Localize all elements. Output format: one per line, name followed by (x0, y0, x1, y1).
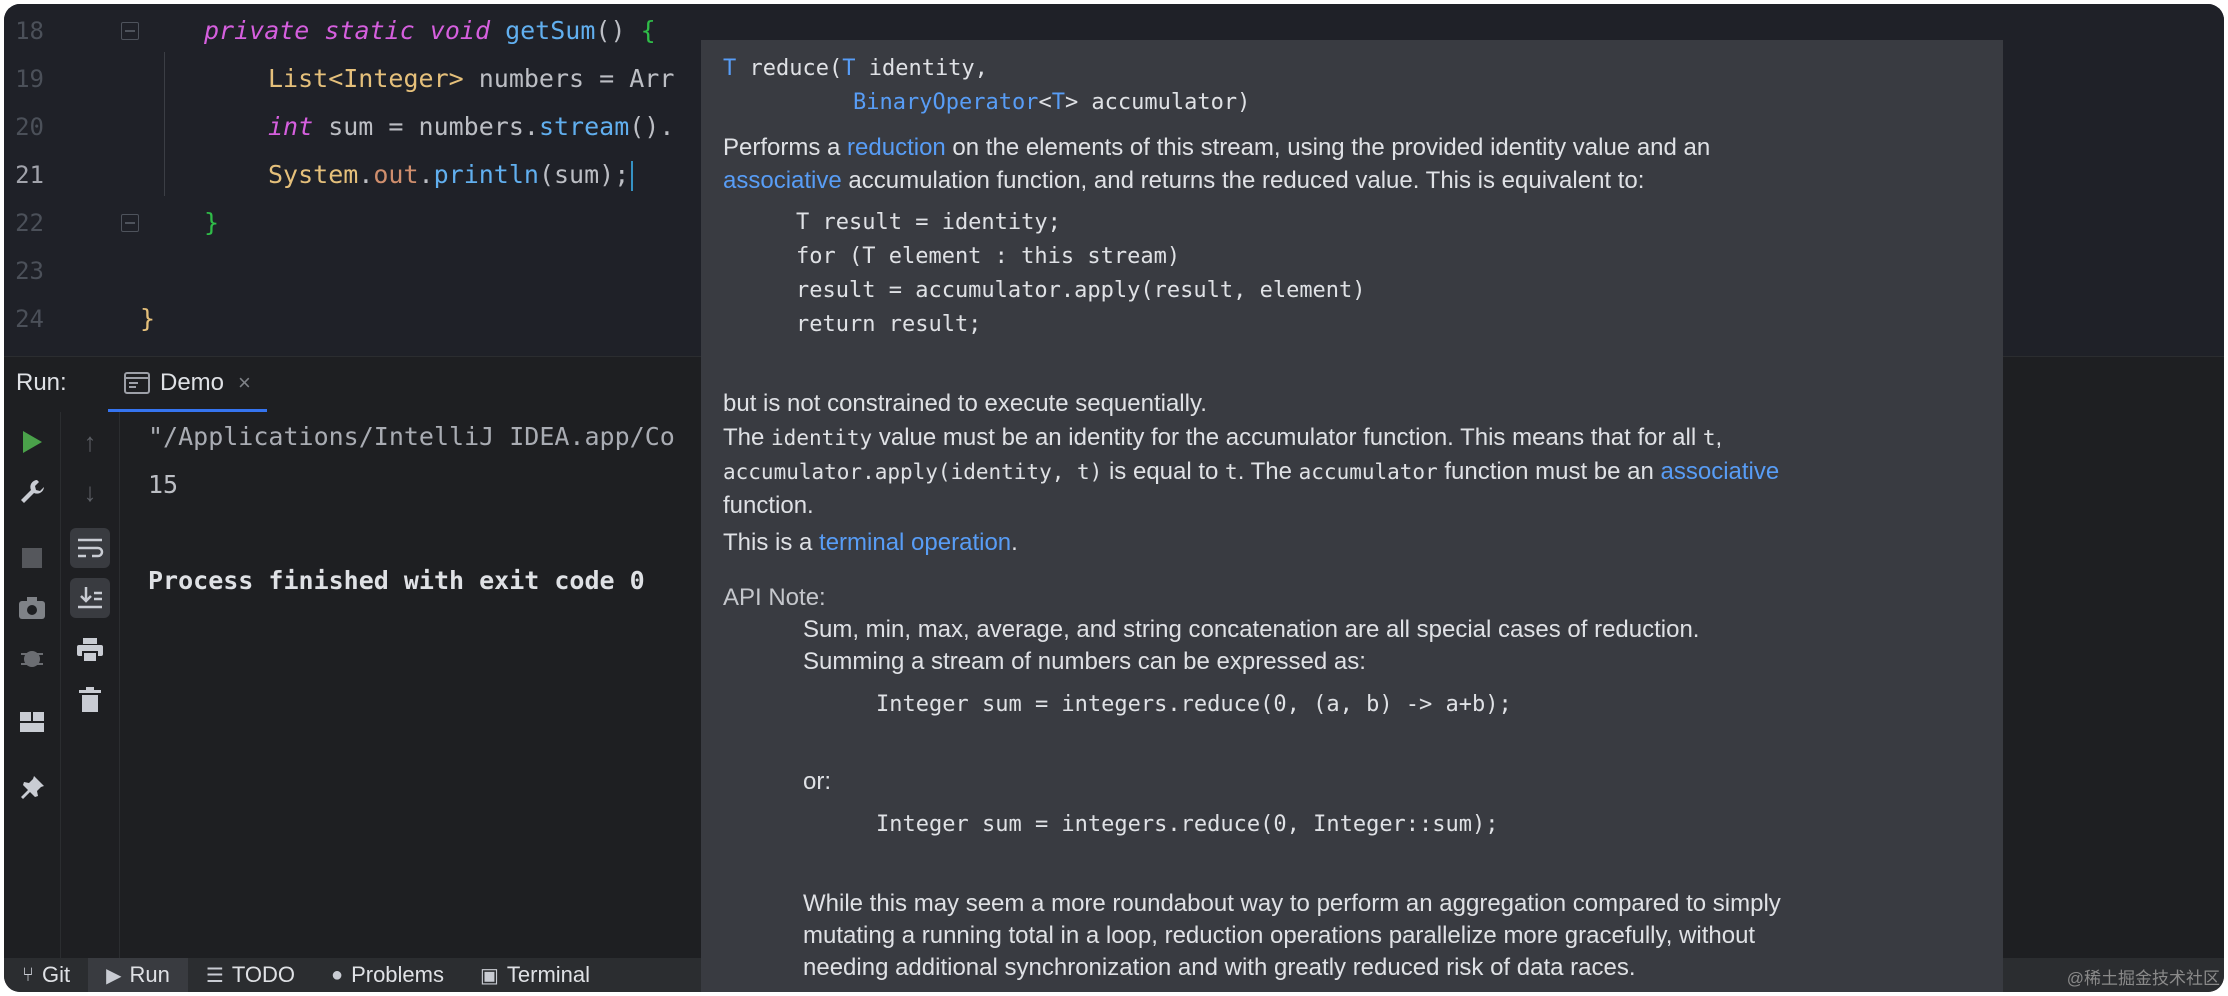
console-line: "/Applications/IntelliJ IDEA.app/Co (148, 422, 675, 451)
doc-paragraph: Performs a reduction on the elements of … (723, 134, 1711, 161)
arrow-up-icon[interactable]: ↑ (74, 426, 106, 458)
git-tool-button[interactable]: ⑂ Git (4, 958, 88, 992)
doc-paragraph: or: (803, 768, 832, 795)
bug-gear-icon[interactable] (16, 642, 48, 674)
code-line-19: List<Integer> numbers = Arr (268, 64, 675, 93)
todo-tool-button[interactable]: ☰ TODO (188, 958, 313, 992)
terminal-tool-button[interactable]: ▣ Terminal (462, 958, 608, 992)
doc-paragraph: mutating a running total in a loop, redu… (803, 922, 1756, 949)
problems-tool-button[interactable]: ● Problems (313, 958, 462, 992)
code-line-18: private static void getSum() { (204, 16, 656, 45)
doc-paragraph: The identity value must be an identity f… (723, 424, 1723, 451)
wrench-icon[interactable] (16, 476, 48, 508)
code-line-20: int sum = numbers.stream(). (268, 112, 675, 141)
run-label: Run: (16, 369, 67, 396)
list-icon: ☰ (205, 964, 224, 987)
text-cursor (631, 161, 634, 191)
run-tab-demo[interactable]: Demo × (108, 357, 267, 413)
code-line-21: System.out.println(sum); (268, 151, 634, 199)
run-toolbar-primary (4, 412, 61, 958)
associative-link[interactable]: associative (723, 167, 842, 194)
doc-paragraph: Summing a stream of numbers can be expre… (803, 648, 1366, 675)
doc-code-line: Integer sum = integers.reduce(0, (a, b) … (876, 692, 1512, 717)
console-line: 15 (148, 470, 179, 499)
doc-paragraph: While this may seem a more roundabout wa… (803, 890, 1781, 917)
terminal-icon: ▣ (479, 964, 499, 987)
camera-icon[interactable] (16, 592, 48, 624)
api-note-heading: API Note: (723, 584, 826, 611)
doc-code-line: for (T element : this stream) (796, 244, 1181, 269)
doc-code-line: Integer sum = integers.reduce(0, Integer… (876, 812, 1499, 837)
doc-paragraph: function. (723, 492, 814, 519)
play-icon: ▶ (106, 964, 122, 987)
console-line: Process finished with exit code 0 (148, 566, 645, 595)
soft-wrap-icon[interactable] (70, 528, 110, 568)
code-line-24: } (140, 304, 156, 333)
doc-paragraph: needing additional synchronization and w… (803, 954, 1636, 981)
pin-icon[interactable] (16, 772, 48, 804)
warning-icon: ● (330, 963, 344, 986)
fold-collapse-icon[interactable] (121, 22, 139, 40)
git-branch-icon: ⑂ (22, 963, 34, 986)
quick-documentation-popup[interactable]: T reduce(T identity, BinaryOperator<T> a… (701, 40, 2003, 992)
doc-paragraph: but is not constrained to execute sequen… (723, 390, 1207, 417)
print-icon[interactable] (74, 634, 106, 666)
trash-icon[interactable] (74, 684, 106, 716)
run-tab-label: Demo (160, 369, 225, 396)
doc-signature-line1: T reduce(T identity, (723, 56, 988, 81)
doc-paragraph: accumulator.apply(identity, t) is equal … (723, 458, 1780, 485)
console-icon (124, 372, 150, 394)
run-toolbar-secondary: ↑ ↓ (61, 412, 120, 958)
arrow-down-icon[interactable]: ↓ (74, 476, 106, 508)
doc-code-line: T result = identity; (796, 210, 1061, 235)
doc-paragraph: This is a terminal operation. (723, 529, 1018, 556)
doc-code-line: result = accumulator.apply(result, eleme… (796, 278, 1366, 303)
doc-signature-line2: BinaryOperator<T> accumulator) (853, 90, 1251, 115)
doc-paragraph: Sum, min, max, average, and string conca… (803, 616, 1700, 643)
close-icon[interactable]: × (238, 370, 251, 396)
reduction-link[interactable]: reduction (847, 134, 946, 161)
scroll-to-end-icon[interactable] (70, 578, 110, 618)
ide-window: 18 19 20 21 22 23 24 private static void… (4, 4, 2224, 992)
terminal-operation-link[interactable]: terminal operation (819, 529, 1011, 556)
line-number: 24 (15, 305, 44, 333)
run-tool-button[interactable]: ▶ Run (88, 958, 188, 992)
doc-code-line: return result; (796, 312, 982, 337)
code-line-22: } (204, 208, 220, 237)
line-number: 23 (15, 257, 44, 285)
associative-link[interactable]: associative (1661, 458, 1780, 485)
watermark: @稀土掘金技术社区 (2066, 969, 2220, 988)
fold-collapse-icon[interactable] (121, 214, 139, 232)
layout-icon[interactable] (16, 706, 48, 738)
rerun-icon[interactable] (16, 426, 48, 458)
doc-paragraph: associative accumulation function, and r… (723, 167, 1645, 194)
stop-icon[interactable] (16, 542, 48, 574)
